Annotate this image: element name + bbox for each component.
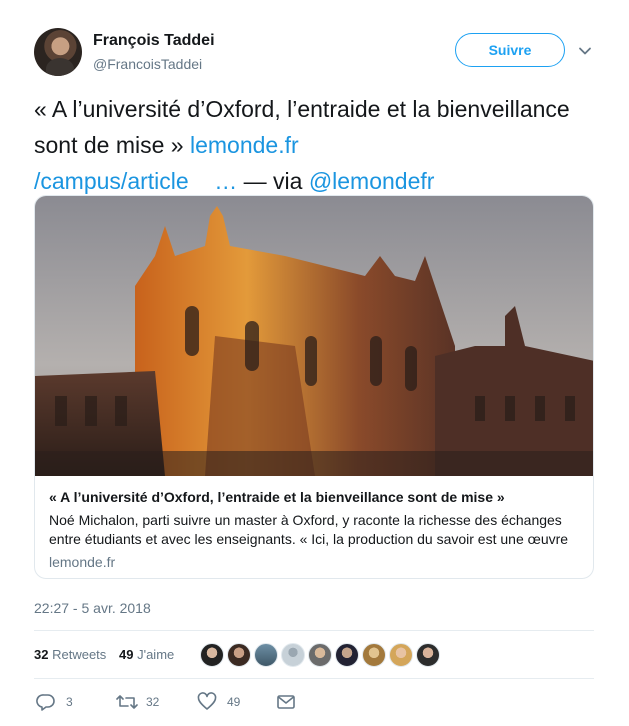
author-handle[interactable]: @FrancoisTaddei xyxy=(93,56,202,72)
tweet-text: « A l’université d’Oxford, l’entraide et… xyxy=(34,91,594,199)
card-domain: lemonde.fr xyxy=(49,554,116,570)
liker-avatar[interactable] xyxy=(362,643,386,667)
liker-avatar[interactable] xyxy=(416,643,440,667)
liker-avatar[interactable] xyxy=(335,643,359,667)
reply-button[interactable]: 3 xyxy=(36,692,86,712)
author-avatar[interactable] xyxy=(34,28,82,76)
heart-icon xyxy=(197,692,217,710)
liker-avatar[interactable] xyxy=(281,643,305,667)
divider-bottom xyxy=(34,678,594,679)
likes-count: 49 xyxy=(119,647,134,662)
article-link-ellipsis[interactable]: … xyxy=(214,168,237,194)
liker-avatar[interactable] xyxy=(227,643,251,667)
retweets-stat[interactable]: 32 Retweets xyxy=(34,647,106,662)
direct-message-button[interactable] xyxy=(276,692,298,712)
likes-label: J'aime xyxy=(137,647,175,662)
retweets-label: Retweets xyxy=(52,647,107,662)
tweet-timestamp[interactable]: 22:27 - 5 avr. 2018 xyxy=(34,600,151,616)
reply-icon xyxy=(36,694,55,711)
via-text: — via xyxy=(237,168,309,194)
reply-count: 3 xyxy=(66,695,73,709)
like-button[interactable]: 49 xyxy=(197,692,257,712)
link-card[interactable]: « A l’université d’Oxford, l’entraide et… xyxy=(34,195,594,579)
direct-message-icon xyxy=(277,695,295,709)
liker-avatar[interactable] xyxy=(308,643,332,667)
author-name[interactable]: François Taddei xyxy=(93,32,215,50)
tweet-header: François Taddei @FrancoisTaddei Suivre xyxy=(34,28,594,78)
follow-button[interactable]: Suivre xyxy=(455,33,565,67)
likes-stat[interactable]: 49 J'aime xyxy=(119,647,174,662)
retweet-count: 32 xyxy=(146,695,160,709)
tweet-actions: 3 32 49 xyxy=(34,690,594,714)
like-count: 49 xyxy=(227,695,241,709)
liker-avatar[interactable] xyxy=(389,643,413,667)
card-description: Noé Michalon, parti suivre un master à O… xyxy=(49,512,569,547)
retweets-count: 32 xyxy=(34,647,49,662)
engagement-stats: 32 Retweets 49 J'aime xyxy=(34,640,594,670)
retweet-button[interactable]: 32 xyxy=(116,692,176,712)
article-link-path[interactable]: /campus/article xyxy=(34,168,189,194)
divider-top xyxy=(34,630,594,631)
card-title[interactable]: « A l’université d’Oxford, l’entraide et… xyxy=(49,488,581,507)
tweet-text-prefix: « A l’université d’Oxford, l’entraide et… xyxy=(34,96,570,158)
mention-link[interactable]: @lemondefr xyxy=(309,168,435,194)
chevron-down-icon[interactable] xyxy=(578,44,592,58)
liker-avatar[interactable] xyxy=(254,643,278,667)
retweet-icon xyxy=(116,695,138,709)
card-image[interactable] xyxy=(35,196,594,476)
liker-avatar[interactable] xyxy=(200,643,224,667)
article-link-domain[interactable]: lemonde.fr xyxy=(190,132,299,158)
card-body[interactable]: « A l’université d’Oxford, l’entraide et… xyxy=(35,476,593,578)
